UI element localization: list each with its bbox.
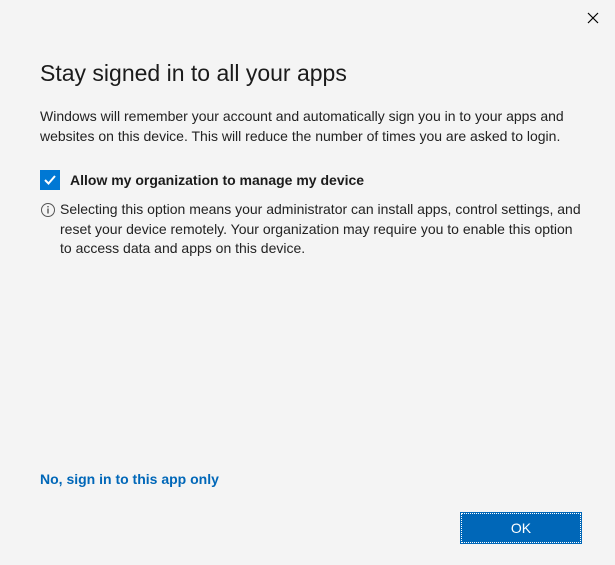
spacer bbox=[40, 259, 581, 471]
close-icon bbox=[587, 12, 599, 24]
signin-dialog: Stay signed in to all your apps Windows … bbox=[10, 0, 611, 561]
dialog-content: Stay signed in to all your apps Windows … bbox=[10, 30, 611, 513]
dialog-title: Stay signed in to all your apps bbox=[40, 60, 581, 87]
manage-device-checkbox[interactable] bbox=[40, 170, 60, 190]
info-text: Selecting this option means your adminis… bbox=[60, 200, 581, 259]
info-row: Selecting this option means your adminis… bbox=[40, 200, 581, 259]
ok-button[interactable]: OK bbox=[461, 513, 581, 543]
info-icon bbox=[40, 202, 56, 218]
manage-device-label: Allow my organization to manage my devic… bbox=[70, 172, 364, 188]
checkmark-icon bbox=[43, 173, 57, 187]
close-button[interactable] bbox=[581, 6, 605, 30]
manage-device-row: Allow my organization to manage my devic… bbox=[40, 170, 581, 190]
app-only-link[interactable]: No, sign in to this app only bbox=[40, 471, 581, 487]
dialog-description: Windows will remember your account and a… bbox=[40, 107, 581, 146]
titlebar bbox=[10, 0, 611, 30]
dialog-footer: OK bbox=[10, 513, 611, 561]
